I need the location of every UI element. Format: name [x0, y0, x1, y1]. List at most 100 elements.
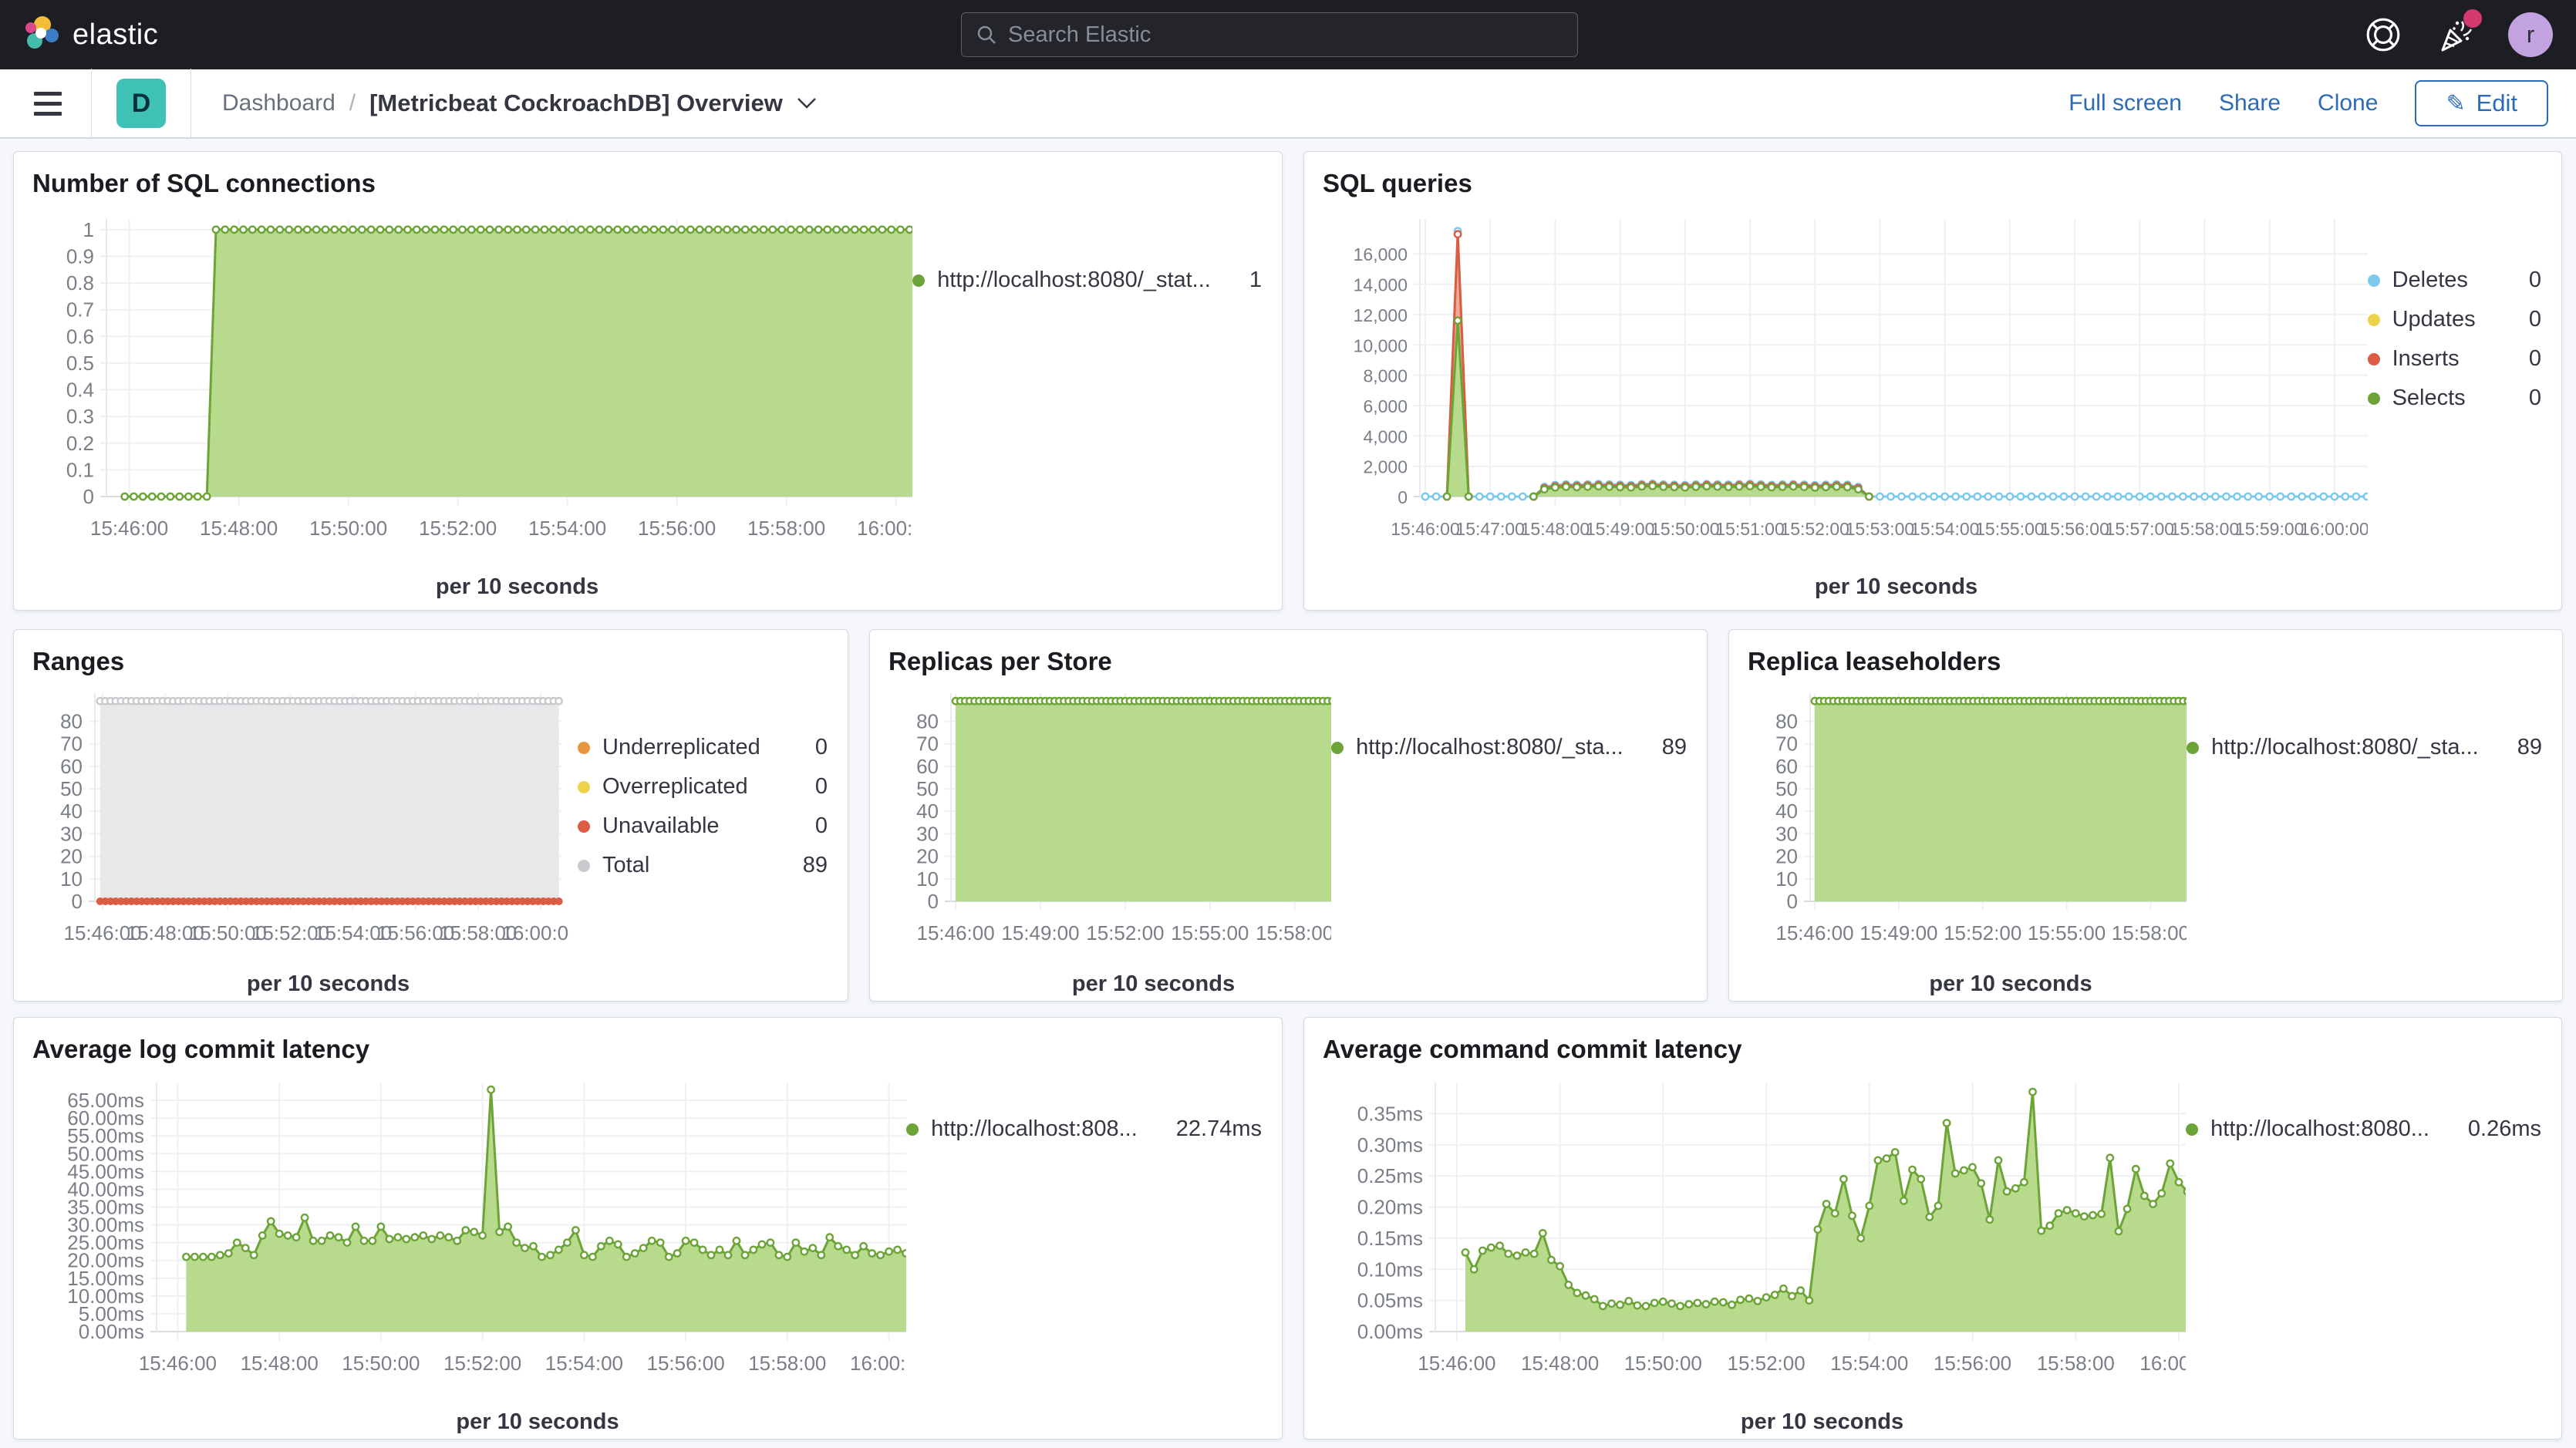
svg-text:15:49:00: 15:49:00: [1001, 921, 1079, 945]
svg-text:8,000: 8,000: [1363, 366, 1408, 386]
legend-item[interactable]: http://localhost:8080/_sta... 89: [1331, 735, 1687, 760]
space-switcher[interactable]: D: [116, 79, 166, 128]
svg-text:15:46:00: 15:46:00: [90, 517, 168, 540]
top-app-bar: elastic: [0, 0, 2576, 69]
legend-item[interactable]: Underreplicated 0: [578, 735, 828, 760]
svg-text:15:50:00: 15:50:00: [309, 517, 387, 540]
legend-label: http://localhost:8080...: [2210, 1116, 2429, 1142]
chevron-down-icon[interactable]: [797, 97, 817, 109]
replica-leaseholders-chart[interactable]: 0102030405060708015:46:0015:49:0015:52:0…: [1745, 678, 2187, 1002]
log-commit-latency-chart[interactable]: 0.00ms5.00ms10.00ms15.00ms20.00ms25.00ms…: [29, 1066, 906, 1440]
legend-swatch: [906, 1123, 919, 1136]
legend-label: http://localhost:8080/_stat...: [937, 268, 1211, 293]
svg-text:per 10 seconds: per 10 seconds: [1815, 574, 1978, 599]
svg-text:15:50:00: 15:50:00: [342, 1352, 420, 1375]
chart-legend: http://localhost:8080/_sta... 89: [2187, 735, 2547, 1002]
command-commit-latency-chart[interactable]: 0.00ms0.05ms0.10ms0.15ms0.20ms0.25ms0.30…: [1320, 1066, 2186, 1440]
whats-new-button[interactable]: [2436, 15, 2474, 54]
svg-text:30: 30: [916, 822, 939, 845]
legend-item[interactable]: Selects 0: [2368, 386, 2541, 411]
legend-item[interactable]: http://localhost:808... 22.74ms: [906, 1116, 1262, 1142]
panel-sql-queries: SQL queries 02,0004,0006,0008,00010,0001…: [1303, 151, 2562, 611]
notification-dot: [2463, 9, 2482, 28]
edit-button[interactable]: ✎ Edit: [2415, 80, 2548, 126]
panel-title: Number of SQL connections: [32, 169, 1266, 198]
legend-swatch: [578, 860, 590, 872]
sql-queries-chart[interactable]: 02,0004,0006,0008,00010,00012,00014,0001…: [1320, 200, 2368, 604]
legend-value: 0.26ms: [2468, 1116, 2541, 1142]
full-screen-button[interactable]: Full screen: [2069, 90, 2182, 116]
chart-legend: Deletes 0 Updates 0 Inserts 0: [2368, 268, 2546, 604]
svg-text:0.20ms: 0.20ms: [1357, 1196, 1423, 1219]
svg-text:per 10 seconds: per 10 seconds: [247, 972, 410, 996]
svg-text:60: 60: [916, 755, 939, 778]
user-avatar[interactable]: r: [2508, 12, 2553, 57]
svg-text:0.5: 0.5: [66, 352, 94, 375]
svg-text:60: 60: [1775, 755, 1798, 778]
menu-button[interactable]: [26, 84, 69, 123]
svg-text:15:46:00: 15:46:00: [916, 921, 994, 945]
svg-text:15:56:00: 15:56:00: [638, 517, 716, 540]
svg-text:15:47:00: 15:47:00: [1455, 519, 1525, 539]
ranges-chart[interactable]: 0102030405060708015:46:0015:48:0015:50:0…: [29, 678, 569, 1002]
brand-text: elastic: [72, 19, 158, 52]
search-input[interactable]: [1008, 22, 1563, 48]
page-title: [Metricbeat CockroachDB] Overview: [369, 89, 783, 117]
svg-text:15:58:00: 15:58:00: [2037, 1352, 2115, 1375]
panel-title: Replica leaseholders: [1748, 647, 2547, 676]
svg-text:0: 0: [1787, 890, 1798, 913]
chart-legend: http://localhost:8080/_stat... 1: [912, 268, 1266, 604]
legend-label: Inserts: [2392, 346, 2460, 372]
legend-swatch: [578, 820, 590, 833]
panel-title: Replicas per Store: [888, 647, 1691, 676]
breadcrumb: Dashboard / [Metricbeat CockroachDB] Ove…: [222, 89, 817, 117]
svg-text:15:52:00: 15:52:00: [1086, 921, 1164, 945]
svg-text:0.15ms: 0.15ms: [1357, 1227, 1423, 1250]
svg-text:4,000: 4,000: [1363, 426, 1408, 446]
svg-text:0.00ms: 0.00ms: [1357, 1320, 1423, 1343]
legend-item[interactable]: http://localhost:8080... 0.26ms: [2186, 1116, 2541, 1142]
chart-legend: http://localhost:8080... 0.26ms: [2186, 1116, 2546, 1440]
breadcrumb-dashboard-link[interactable]: Dashboard: [222, 90, 335, 116]
help-button[interactable]: [2365, 16, 2402, 53]
legend-value: 89: [803, 853, 828, 878]
legend-item[interactable]: Total 89: [578, 853, 828, 878]
legend-item[interactable]: Overreplicated 0: [578, 774, 828, 800]
replicas-per-store-chart[interactable]: 0102030405060708015:46:0015:49:0015:52:0…: [885, 678, 1331, 1002]
legend-item[interactable]: http://localhost:8080/_stat... 1: [912, 268, 1262, 293]
svg-text:10: 10: [1775, 867, 1798, 891]
svg-text:15:49:00: 15:49:00: [1586, 519, 1655, 539]
sql-connections-chart[interactable]: 00.10.20.30.40.50.60.70.80.9115:46:0015:…: [29, 200, 912, 604]
legend-label: Underreplicated: [602, 735, 760, 760]
legend-swatch: [2368, 353, 2380, 365]
svg-text:2,000: 2,000: [1363, 457, 1408, 477]
share-button[interactable]: Share: [2219, 90, 2281, 116]
svg-text:16:00:00: 16:00:00: [857, 517, 912, 540]
legend-label: Deletes: [2392, 268, 2468, 293]
legend-item[interactable]: Unavailable 0: [578, 813, 828, 839]
svg-text:15:46:00: 15:46:00: [1391, 519, 1460, 539]
elastic-brand[interactable]: elastic: [22, 15, 158, 55]
svg-text:40: 40: [1775, 800, 1798, 823]
legend-value: 0: [2529, 268, 2541, 293]
svg-text:per 10 seconds: per 10 seconds: [1072, 972, 1235, 996]
svg-text:50: 50: [60, 777, 83, 800]
legend-value: 0: [815, 735, 828, 760]
svg-text:15:49:00: 15:49:00: [1860, 921, 1937, 945]
legend-item[interactable]: Deletes 0: [2368, 268, 2541, 293]
svg-text:20: 20: [60, 845, 83, 868]
svg-text:70: 70: [60, 732, 83, 756]
legend-item[interactable]: Updates 0: [2368, 307, 2541, 332]
svg-text:0: 0: [1398, 487, 1408, 507]
clone-button[interactable]: Clone: [2318, 90, 2378, 116]
legend-label: Selects: [2392, 386, 2466, 411]
legend-value: 89: [2517, 735, 2542, 760]
legend-swatch: [1331, 742, 1344, 754]
panel-log-commit-latency: Average log commit latency 0.00ms5.00ms1…: [13, 1017, 1283, 1440]
legend-item[interactable]: http://localhost:8080/_sta... 89: [2187, 735, 2542, 760]
svg-text:0.6: 0.6: [66, 325, 94, 348]
global-search[interactable]: [961, 12, 1578, 57]
svg-text:15:56:00: 15:56:00: [2040, 519, 2109, 539]
svg-text:0.4: 0.4: [66, 379, 94, 402]
legend-item[interactable]: Inserts 0: [2368, 346, 2541, 372]
